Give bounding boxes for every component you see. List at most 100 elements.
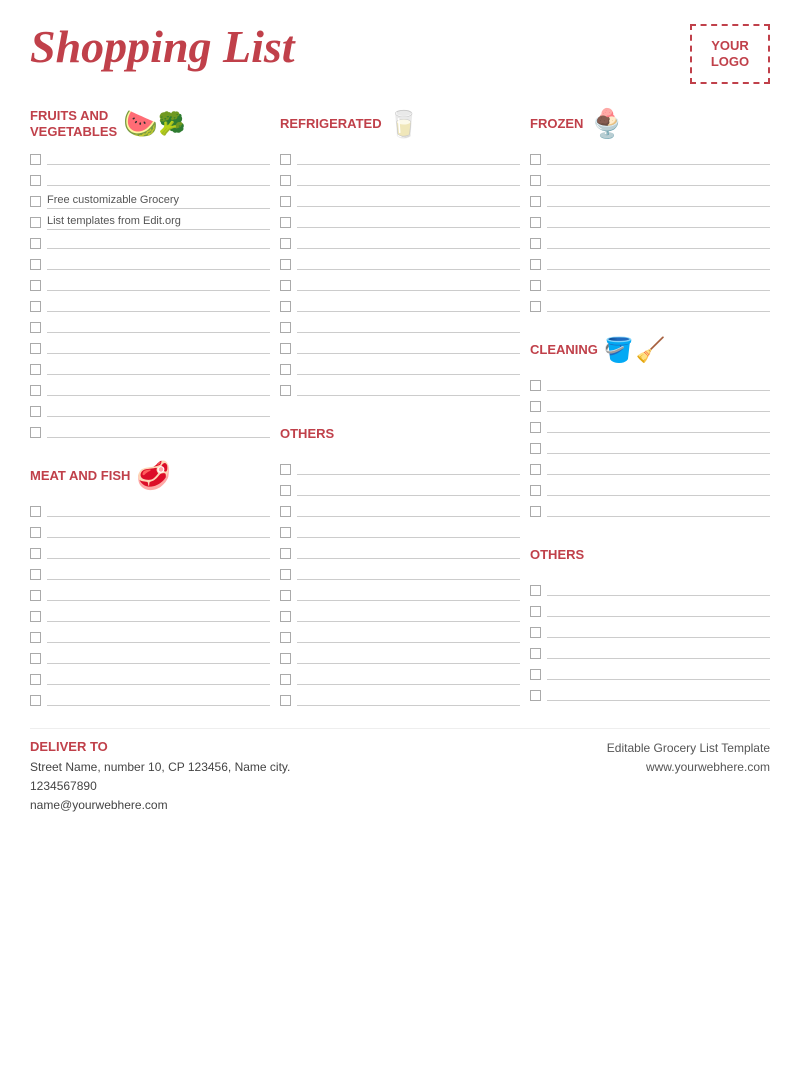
checkbox[interactable] (30, 653, 41, 664)
list-item (280, 276, 520, 294)
list-item (280, 670, 520, 688)
list-item (280, 381, 520, 399)
checkbox[interactable] (530, 380, 541, 391)
checkbox[interactable] (280, 527, 291, 538)
list-item (30, 423, 270, 441)
checkbox[interactable] (30, 406, 41, 417)
checkbox[interactable] (280, 175, 291, 186)
meat-icon: 🥩 (136, 462, 171, 490)
checkbox[interactable] (30, 674, 41, 685)
checkbox[interactable] (30, 280, 41, 291)
checkbox[interactable] (280, 569, 291, 580)
checkbox[interactable] (30, 238, 41, 249)
checkbox[interactable] (280, 280, 291, 291)
checkbox[interactable] (280, 301, 291, 312)
checkbox[interactable] (280, 611, 291, 622)
checkbox[interactable] (530, 585, 541, 596)
list-item (30, 544, 270, 562)
checkbox[interactable] (280, 674, 291, 685)
checkbox[interactable] (530, 401, 541, 412)
checkbox[interactable] (530, 238, 541, 249)
checkbox[interactable] (530, 690, 541, 701)
list-item (530, 602, 770, 620)
checkbox[interactable] (280, 385, 291, 396)
line (547, 668, 770, 680)
list-item (530, 213, 770, 231)
line (547, 421, 770, 433)
checkbox[interactable] (530, 443, 541, 454)
checkbox[interactable] (530, 648, 541, 659)
checkbox[interactable] (30, 611, 41, 622)
checkbox[interactable] (30, 385, 41, 396)
checkbox[interactable] (280, 196, 291, 207)
checkbox[interactable] (30, 154, 41, 165)
checkbox[interactable] (30, 259, 41, 270)
checkbox[interactable] (280, 238, 291, 249)
checkbox[interactable] (530, 259, 541, 270)
checkbox[interactable] (280, 590, 291, 601)
checkbox[interactable] (280, 485, 291, 496)
section-others2-title: OTHERS (280, 426, 334, 442)
checkbox[interactable] (30, 343, 41, 354)
line (547, 300, 770, 312)
checkbox[interactable] (280, 695, 291, 706)
section-refrigerated-title: REFRIGERATED (280, 116, 382, 132)
checkbox[interactable] (280, 154, 291, 165)
checkbox[interactable] (30, 695, 41, 706)
checkbox[interactable] (530, 217, 541, 228)
checkbox[interactable] (30, 217, 41, 228)
checkbox[interactable] (530, 175, 541, 186)
checkbox[interactable] (280, 506, 291, 517)
checkbox[interactable] (30, 364, 41, 375)
checkbox[interactable] (530, 301, 541, 312)
list-item (280, 628, 520, 646)
checkbox[interactable] (280, 343, 291, 354)
line (547, 195, 770, 207)
list-item (30, 171, 270, 189)
checkbox[interactable] (30, 527, 41, 538)
checkbox[interactable] (30, 569, 41, 580)
line (547, 174, 770, 186)
checkbox[interactable] (30, 196, 41, 207)
checkbox[interactable] (280, 259, 291, 270)
checkbox[interactable] (530, 669, 541, 680)
checkbox[interactable] (30, 322, 41, 333)
email: name@yourwebhere.com (30, 798, 168, 812)
checkbox[interactable] (530, 422, 541, 433)
checkbox[interactable] (280, 217, 291, 228)
checkbox[interactable] (280, 548, 291, 559)
checkbox[interactable] (280, 464, 291, 475)
checkbox[interactable] (30, 590, 41, 601)
list-item (530, 150, 770, 168)
checkbox[interactable] (280, 653, 291, 664)
checkbox[interactable] (30, 548, 41, 559)
checkbox[interactable] (30, 301, 41, 312)
checkbox[interactable] (530, 464, 541, 475)
cleaning-icons: 🪣 🧹 (604, 336, 666, 365)
frozen-icon: 🍨 (589, 110, 624, 138)
checkbox[interactable] (530, 485, 541, 496)
checkbox[interactable] (280, 632, 291, 643)
checkbox[interactable] (530, 280, 541, 291)
list-item (280, 255, 520, 273)
checkbox[interactable] (530, 627, 541, 638)
checkbox[interactable] (30, 427, 41, 438)
checkbox[interactable] (30, 632, 41, 643)
checkbox[interactable] (530, 506, 541, 517)
line (297, 526, 520, 538)
list-item (530, 665, 770, 683)
line (297, 505, 520, 517)
list-item (30, 502, 270, 520)
checkbox[interactable] (530, 196, 541, 207)
checkbox[interactable] (280, 322, 291, 333)
checkbox[interactable] (30, 175, 41, 186)
page-title: Shopping List (30, 24, 295, 70)
checkbox[interactable] (530, 154, 541, 165)
line (297, 237, 520, 249)
fruits-icon: 🍉 (123, 110, 158, 138)
checkbox[interactable] (30, 506, 41, 517)
list-item (530, 460, 770, 478)
checkbox[interactable] (530, 606, 541, 617)
checkbox[interactable] (280, 364, 291, 375)
refrigerated-checklist (280, 150, 520, 399)
